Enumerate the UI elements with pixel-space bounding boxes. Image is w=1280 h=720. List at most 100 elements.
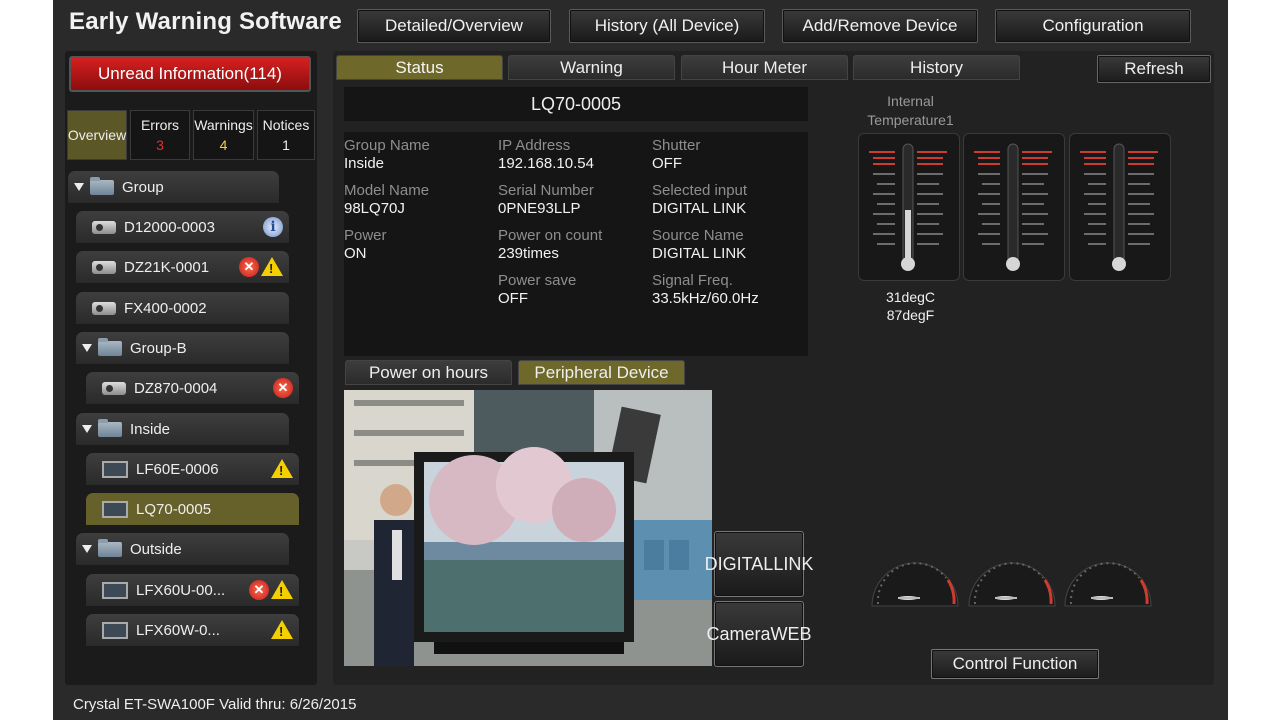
errors-count: 3 [156,137,164,153]
display-icon [102,500,128,518]
info-icon: i [263,217,283,237]
field-value: 0PNE93LLP [498,200,581,217]
tree-outside-folder[interactable]: Outside [75,532,290,566]
projector-icon [92,301,116,315]
field-label: Source Name [652,227,744,244]
tree-device-d12000-0003[interactable]: D12000-0003 i [75,210,290,244]
subtab-peripheral-device[interactable]: Peripheral Device [518,360,685,385]
field-label: Signal Freq. [652,272,733,289]
display-icon [102,621,128,639]
tab-status[interactable]: Status [336,55,503,80]
folder-icon [98,337,122,356]
filter-tab-label: Overview [67,127,127,143]
field-value: 239times [498,245,559,262]
tree-device-lf60e-0006[interactable]: LF60E-0006 ! [85,452,300,486]
field-value: DIGITAL LINK [652,245,747,262]
field-value: OFF [498,290,528,307]
projector-icon [92,260,116,274]
digital-link-button[interactable]: DIGITAL LINK [705,531,813,597]
tree-group-folder[interactable]: Group [67,170,280,204]
filter-tab-label: Warnings [194,117,253,133]
warnings-count: 4 [219,137,228,153]
display-icon [102,460,128,478]
warning-icon: ! [271,620,293,639]
configuration-button[interactable]: Configuration [995,9,1191,43]
field-label: Group Name [344,137,430,154]
tree-inside-folder[interactable]: Inside [75,412,290,446]
warning-icon: ! [271,580,293,599]
filter-tab-overview[interactable]: Overview [67,110,127,160]
folder-icon [98,538,122,557]
tree-item-label: FX400-0002 [124,299,207,317]
field-label: Power save [498,272,577,289]
filter-tab-label: Errors [140,117,180,133]
expand-arrow-icon[interactable] [82,344,92,352]
field-label: Serial Number [498,182,594,199]
temperature-label: Internal Temperature1 [867,93,954,128]
filter-tab-notices[interactable]: Notices 1 [257,110,315,160]
tree-group-b-folder[interactable]: Group-B [75,331,290,365]
tree-item-label: Outside [130,540,182,558]
tree-item-label: LQ70-0005 [136,500,212,518]
filter-tab-warnings[interactable]: Warnings 4 [193,110,254,160]
tab-hour-meter[interactable]: Hour Meter [681,55,848,80]
tree-item-label: LFX60W-0... [136,621,220,639]
field-label: Shutter [652,137,701,154]
warning-icon: ! [271,459,293,478]
tree-device-lfx60u[interactable]: LFX60U-00... ✕! [85,573,300,607]
tree-item-label: Group-B [130,339,187,357]
tree-item-label: DZ21K-0001 [124,258,210,276]
refresh-button[interactable]: Refresh [1097,55,1211,83]
error-icon: ✕ [239,257,259,277]
field-value: DIGITAL LINK [652,200,747,217]
projector-icon [102,381,126,395]
folder-icon [90,176,114,195]
tree-device-dz870-0004[interactable]: DZ870-0004 ✕ [85,371,300,405]
subtab-power-on-hours[interactable]: Power on hours [345,360,512,385]
control-function-button[interactable]: Control Function [931,649,1099,679]
tree-item-label: LFX60U-00... [136,581,226,599]
temperature-fahrenheit: 87degF [886,307,935,323]
tree-device-fx400-0002[interactable]: FX400-0002 [75,291,290,325]
notices-count: 1 [282,137,290,153]
filter-tab-errors[interactable]: Errors 3 [130,110,190,160]
unread-information-button[interactable]: Unread Information(114) [69,56,311,92]
app-title: Early Warning Software [69,8,342,35]
tree-device-dz21k-0001[interactable]: DZ21K-0001 ✕! [75,250,290,284]
folder-icon [98,418,122,437]
device-name-header: LQ70-0005 [344,87,808,121]
history-all-device-button[interactable]: History (All Device) [569,9,765,43]
camera-scene-illustration [344,390,712,666]
field-label: Power on count [498,227,603,244]
dial-gauge-1 [868,550,962,610]
field-value: ON [344,245,367,262]
temperature-celsius: 31degC [885,289,936,305]
filter-tab-label: Notices [262,117,310,133]
error-icon: ✕ [273,378,293,398]
field-label: Model Name [344,182,430,199]
dial-gauge-3 [1061,550,1155,610]
detailed-overview-button[interactable]: Detailed/Overview [357,9,551,43]
field-label: IP Address [498,137,571,154]
temperature-readout: 31degC 87degF [863,288,958,324]
tree-item-label: LF60E-0006 [136,460,219,478]
field-label: Selected input [652,182,748,199]
tree-device-lfx60w[interactable]: LFX60W-0... ! [85,613,300,647]
camera-preview-image [344,390,712,666]
thermometer-gauge-1 [858,133,960,281]
field-value: 33.5kHz/60.0Hz [652,290,759,307]
license-status-bar: Crystal ET-SWA100F Valid thru: 6/26/2015 [73,696,357,713]
tab-history[interactable]: History [853,55,1020,80]
camera-web-button[interactable]: Camera WEB [706,601,812,667]
tree-device-lq70-0005[interactable]: LQ70-0005 [85,492,300,526]
device-info-box: Group Name Inside IP Address 192.168.10.… [344,132,808,356]
expand-arrow-icon[interactable] [82,425,92,433]
add-remove-device-button[interactable]: Add/Remove Device [782,9,978,43]
field-label: Power [344,227,387,244]
tab-warning[interactable]: Warning [508,55,675,80]
expand-arrow-icon[interactable] [82,545,92,553]
field-value: OFF [652,155,682,172]
expand-arrow-icon[interactable] [74,183,84,191]
tree-item-label: D12000-0003 [124,218,215,236]
projector-icon [92,220,116,234]
